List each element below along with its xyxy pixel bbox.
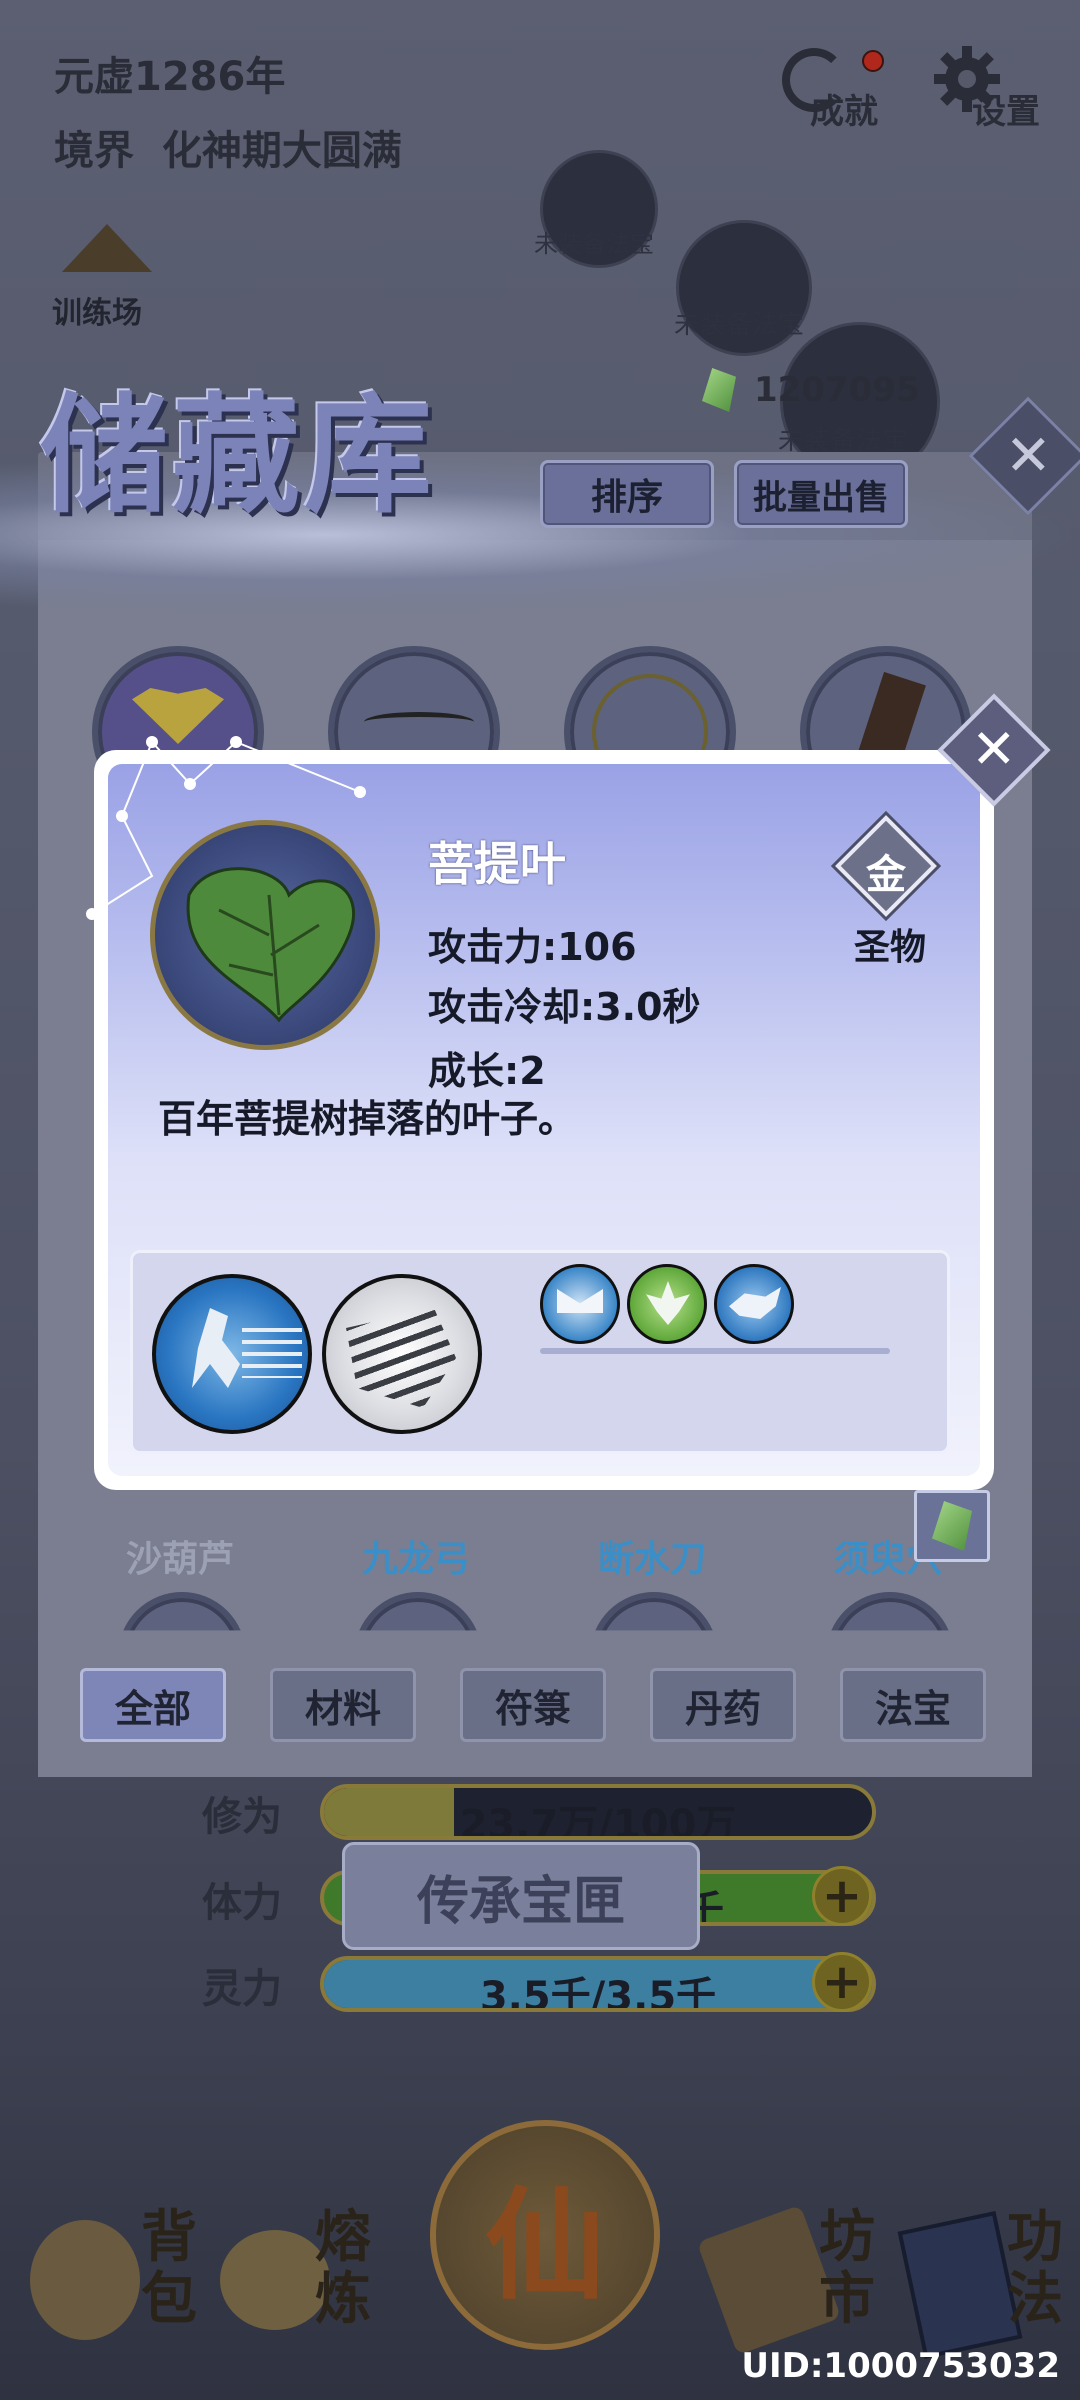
item-name-3: 断水刀 bbox=[598, 1539, 707, 1580]
item-cooldown: 攻击冷却:3.0秒 bbox=[428, 985, 701, 1029]
spirit-text: 3.5千/3.5千 bbox=[479, 1974, 717, 2012]
nav-market[interactable]: 坊市 bbox=[696, 2190, 890, 2356]
realm-value: 化神期大圆满 bbox=[161, 128, 402, 174]
realm-text: 境界 化神期大圆满 bbox=[54, 118, 402, 176]
tab-materials[interactable]: 材料 bbox=[270, 1668, 416, 1742]
nav-smelt-label: 熔炼 bbox=[315, 2204, 371, 2332]
spirit-stone-icon bbox=[702, 368, 736, 412]
star-dot bbox=[116, 810, 128, 822]
bulk-sell-button[interactable]: 批量出售 bbox=[734, 460, 908, 528]
nav-backpack[interactable]: 背包 bbox=[20, 2190, 200, 2350]
cultivation-bar: 23.7万/100万 bbox=[320, 1784, 876, 1840]
currency-amount: 1207095 bbox=[754, 370, 920, 410]
spirit-label: 灵力 bbox=[202, 1966, 282, 2012]
item-rarity: 圣物 bbox=[854, 927, 927, 968]
realm-label: 境界 bbox=[54, 128, 134, 174]
spirit-bar: 3.5千/3.5千 bbox=[320, 1956, 876, 2012]
era-text: 元虚1286年 bbox=[54, 54, 286, 100]
sort-button[interactable]: 排序 bbox=[540, 460, 714, 528]
settings-label: 设置 bbox=[972, 92, 1040, 132]
equip-slot-2-label: 未装备法宝 bbox=[674, 310, 805, 340]
cultivation-label: 修为 bbox=[202, 1794, 282, 1840]
skill-buff-2[interactable] bbox=[627, 1264, 707, 1344]
spirit-stone-icon bbox=[932, 1501, 972, 1551]
star-dot bbox=[354, 786, 366, 798]
speed-lines-icon bbox=[242, 1328, 302, 1378]
item-name: 菩提叶 bbox=[428, 837, 566, 891]
grade-badge: 金 bbox=[835, 815, 937, 917]
equip-slot-1-label: 未装备法宝 bbox=[534, 230, 654, 258]
skill-dash[interactable] bbox=[152, 1274, 312, 1434]
skill-buff-1[interactable] bbox=[540, 1264, 620, 1344]
beast-icon bbox=[729, 1287, 781, 1319]
tab-pills[interactable]: 丹药 bbox=[650, 1668, 796, 1742]
spirit-add-button[interactable]: + bbox=[812, 1952, 872, 2012]
ink-slash-icon bbox=[346, 1308, 456, 1408]
settings-button[interactable]: 设置 bbox=[926, 40, 1056, 132]
star-dot bbox=[86, 908, 98, 920]
item-growth: 成长:2 bbox=[428, 1049, 546, 1093]
item-name-1: 沙葫芦 bbox=[126, 1539, 235, 1580]
nav-center-button[interactable]: 仙 bbox=[430, 2120, 660, 2350]
item-attack: 攻击力:106 bbox=[428, 925, 637, 969]
stamina-label: 体力 bbox=[202, 1880, 282, 1926]
nav-smelt[interactable]: 熔炼 bbox=[210, 2190, 400, 2350]
close-icon: ✕ bbox=[1004, 422, 1052, 488]
nav-techniques-label: 功法 bbox=[1007, 2204, 1063, 2332]
star-dot bbox=[184, 778, 196, 790]
cultivation-text: 23.7万/100万 bbox=[459, 1802, 737, 1840]
bodhi-leaf-icon bbox=[186, 867, 356, 1023]
tab-all[interactable]: 全部 bbox=[80, 1668, 226, 1742]
grade-glyph: 金 bbox=[866, 851, 906, 898]
nav-techniques[interactable]: 功法 bbox=[897, 2190, 1070, 2359]
skill-slash[interactable] bbox=[322, 1274, 482, 1434]
skill-buff-3[interactable] bbox=[714, 1264, 794, 1344]
star-dot bbox=[146, 736, 158, 748]
storage-title: 储藏库 bbox=[40, 381, 437, 531]
lotus-icon bbox=[646, 1281, 690, 1325]
star-dot bbox=[230, 736, 242, 748]
legacy-chest-button[interactable]: 传承宝匣 bbox=[342, 1842, 700, 1950]
bow-icon bbox=[364, 712, 474, 732]
bag-icon bbox=[30, 2220, 140, 2340]
achievements-button[interactable]: 成就 bbox=[770, 40, 900, 132]
stamina-add-button[interactable]: + bbox=[812, 1866, 872, 1926]
nav-backpack-label: 背包 bbox=[141, 2204, 197, 2332]
close-icon: ✕ bbox=[971, 718, 1017, 781]
crystal-button[interactable] bbox=[914, 1490, 990, 1562]
nav-market-label: 坊市 bbox=[819, 2204, 875, 2332]
training-ground-button[interactable]: 训练场 bbox=[52, 220, 162, 331]
skills-track bbox=[540, 1348, 890, 1354]
item-description: 百年菩提树掉落的叶子。 bbox=[158, 1097, 577, 1141]
training-label: 训练场 bbox=[52, 296, 142, 331]
tab-treasures[interactable]: 法宝 bbox=[840, 1668, 986, 1742]
notification-dot bbox=[862, 50, 884, 72]
item-icon-frame bbox=[150, 820, 380, 1050]
currency-display: 1207095 bbox=[702, 362, 920, 418]
uid-text: UID:1000753032 bbox=[741, 2346, 1060, 2386]
wings-icon bbox=[557, 1289, 603, 1313]
achievements-label: 成就 bbox=[810, 92, 878, 132]
straw-hat-icon bbox=[62, 224, 152, 272]
running-figure-icon bbox=[192, 1308, 240, 1388]
tab-talismans[interactable]: 符箓 bbox=[460, 1668, 606, 1742]
item-name-2: 九龙弓 bbox=[362, 1539, 471, 1580]
